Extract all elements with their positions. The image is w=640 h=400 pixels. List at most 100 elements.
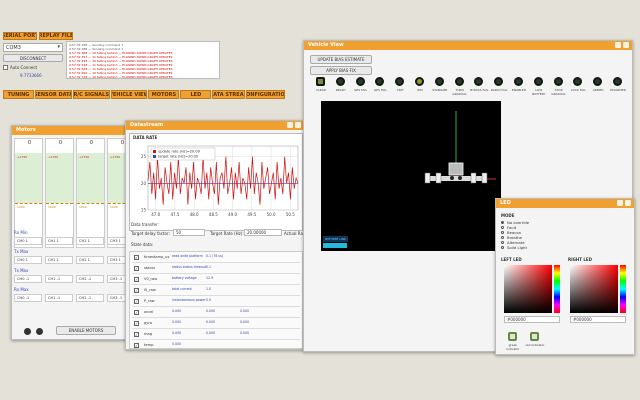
minimize-icon[interactable]: [615, 42, 621, 48]
datastream-titlebar[interactable]: Datastream: [126, 121, 304, 130]
channel-field[interactable]: CH2 1: [76, 237, 104, 245]
channel-field[interactable]: CH0 -1: [14, 294, 42, 302]
status-led-label: ARMED: [592, 88, 604, 92]
led-titlebar[interactable]: LED: [496, 199, 634, 208]
y-tick-label: 20: [141, 181, 147, 186]
channel-field[interactable]: CH1 -1: [45, 294, 73, 302]
status-led-label: GPS FAIL: [354, 88, 368, 92]
state-row-field: instantaneous power: [172, 298, 206, 302]
state-row-checkbox[interactable]: ✓: [134, 266, 139, 271]
state-row-checkbox[interactable]: ✓: [134, 288, 139, 293]
tab-vehicle-view[interactable]: VEHICLE VIEW: [110, 90, 148, 99]
main-tab-bar: TUNING SENSOR DATA R/C SIGNALS VEHICLE V…: [3, 90, 286, 99]
state-row-field: 0.000: [206, 331, 216, 335]
state-row[interactable]: ✓ P_raw instantaneous power 0.0: [132, 296, 300, 307]
tab-configuration[interactable]: CONFIGURATION: [246, 90, 286, 99]
update-bias-button[interactable]: UPDATE BIAS ESTIMATE: [310, 55, 372, 64]
state-row[interactable]: ✓ I0_raw total current 1.0: [132, 285, 300, 296]
left-hex-input[interactable]: #000000: [504, 316, 560, 323]
status-led-label: CRIT: [396, 88, 404, 92]
tab-motors[interactable]: MOTORS: [148, 90, 180, 99]
state-row-field: 0.1: [206, 265, 212, 269]
tab-led[interactable]: LED: [180, 90, 212, 99]
mode-radio-label: Solid Light: [507, 245, 527, 250]
legend-label: target rate (Hz)=20.00: [158, 155, 198, 159]
tab-rc-signals[interactable]: R/C SIGNALS: [72, 90, 110, 99]
auto-connect-checkbox[interactable]: [3, 65, 8, 70]
state-row-field: 0.000: [172, 320, 182, 324]
status-led-label: STABILIZE: [432, 88, 448, 92]
red-indicator-icon[interactable]: [530, 332, 539, 341]
state-row-checkbox[interactable]: ✓: [134, 277, 139, 282]
left-color-picker[interactable]: [504, 265, 552, 313]
replay-file-button[interactable]: REPLAY FILE: [39, 32, 73, 40]
wifi-link-badge: WIFI BEE LINK: [323, 236, 348, 242]
state-row-checkbox[interactable]: ✓: [134, 332, 139, 337]
chart-title: DATA RATE: [133, 135, 158, 140]
state-row[interactable]: ✓ mag 0.000 0.000 0.000: [132, 329, 300, 340]
radio-icon: [501, 236, 504, 239]
apply-bias-button[interactable]: APPLY BIAS FIX: [310, 66, 372, 75]
channel-field[interactable]: CH0 -1: [14, 275, 42, 283]
state-row-field: 0.1 (76 us): [206, 254, 224, 258]
serial-port-button[interactable]: SERIAL PORT: [3, 32, 37, 40]
green-indicator-icon[interactable]: [508, 332, 517, 341]
channel-field[interactable]: CH0 1: [14, 237, 42, 245]
tab-sensor-data[interactable]: SENSOR DATA: [35, 90, 72, 99]
minimize-icon[interactable]: [287, 122, 293, 128]
close-icon[interactable]: [625, 200, 631, 206]
channel-field[interactable]: CH1 -1: [45, 275, 73, 283]
tab-tuning[interactable]: TUNING: [3, 90, 34, 99]
state-row-checkbox[interactable]: ✓: [134, 321, 139, 326]
state-row[interactable]: ✓ accel 0.000 0.000 0.000: [132, 307, 300, 318]
state-row-checkbox[interactable]: ✓: [134, 255, 139, 260]
x-tick-label: 48.0: [190, 212, 199, 217]
disconnect-button[interactable]: DISCONNECT: [3, 54, 63, 62]
close-icon[interactable]: [623, 42, 629, 48]
tab-data-stream[interactable]: DATA STREAM: [212, 90, 246, 99]
state-row-checkbox[interactable]: ✓: [134, 343, 139, 348]
target-delay-input[interactable]: 50: [173, 229, 205, 236]
channel-field[interactable]: CH2 -1: [76, 275, 104, 283]
state-row-checkbox[interactable]: ✓: [134, 310, 139, 315]
channel-field[interactable]: CH2 -1: [76, 294, 104, 302]
motor-section-title: Rx Min: [14, 230, 28, 235]
enable-motors-button[interactable]: ENABLE MOTORS: [56, 326, 116, 335]
log-console[interactable]: 9:57:32 288 — Sending command 1 9:57:32 2…: [66, 41, 220, 79]
left-hue-slider[interactable]: [554, 265, 560, 313]
close-icon[interactable]: [295, 122, 301, 128]
minimize-icon[interactable]: [617, 200, 623, 206]
status-led-icon: [494, 77, 504, 86]
motor-section-title: Rx Max: [14, 287, 29, 292]
state-table: ✓ timestamp_us read write platform 0.1 (76 …: [129, 251, 303, 349]
target-delay-label: Target delay factor:: [131, 231, 170, 236]
motors-titlebar[interactable]: Motors: [12, 126, 138, 135]
right-hex-input[interactable]: #000000: [570, 316, 626, 323]
right-hue-slider[interactable]: [620, 265, 626, 313]
status-led-icon: [454, 77, 464, 86]
mode-radio[interactable]: Solid Light: [501, 245, 529, 250]
status-led-label: ENABLED: [511, 88, 527, 92]
state-row[interactable]: ✓ timestamp_us read write platform 0.1 (76 …: [132, 252, 300, 263]
target-rate-input[interactable]: 20.00000: [244, 229, 282, 236]
channel-field[interactable]: CH2 1: [76, 256, 104, 264]
channel-field[interactable]: CH1 1: [45, 237, 73, 245]
state-row-field: 0.000: [172, 331, 182, 335]
channel-field[interactable]: CH1 1: [45, 256, 73, 264]
right-color-picker[interactable]: [570, 265, 618, 313]
state-row[interactable]: ✓ gyro 0.000 0.000 0.000: [132, 318, 300, 329]
state-row[interactable]: ✓ temp 0.000: [132, 340, 300, 348]
vehicle-model: [424, 111, 496, 184]
motor-value: 0: [27, 140, 32, 146]
status-led-icon: [395, 77, 405, 86]
vehicle-3d-view[interactable]: WIFI BEE LINK: [321, 101, 501, 251]
motor-min-label: 1000: [79, 205, 87, 209]
state-row-name: gyro: [144, 321, 153, 325]
state-row[interactable]: ✓ status status status timeout 0.1: [132, 263, 300, 274]
vehicle-titlebar[interactable]: Vehicle View: [304, 41, 632, 50]
port-select[interactable]: COM3 ▾: [3, 43, 63, 52]
state-row[interactable]: ✓ V0_raw battery voltage 12.9: [132, 274, 300, 285]
state-row-checkbox[interactable]: ✓: [134, 299, 139, 304]
state-row-name: timestamp_us: [144, 255, 170, 259]
channel-field[interactable]: CH0 1: [14, 256, 42, 264]
